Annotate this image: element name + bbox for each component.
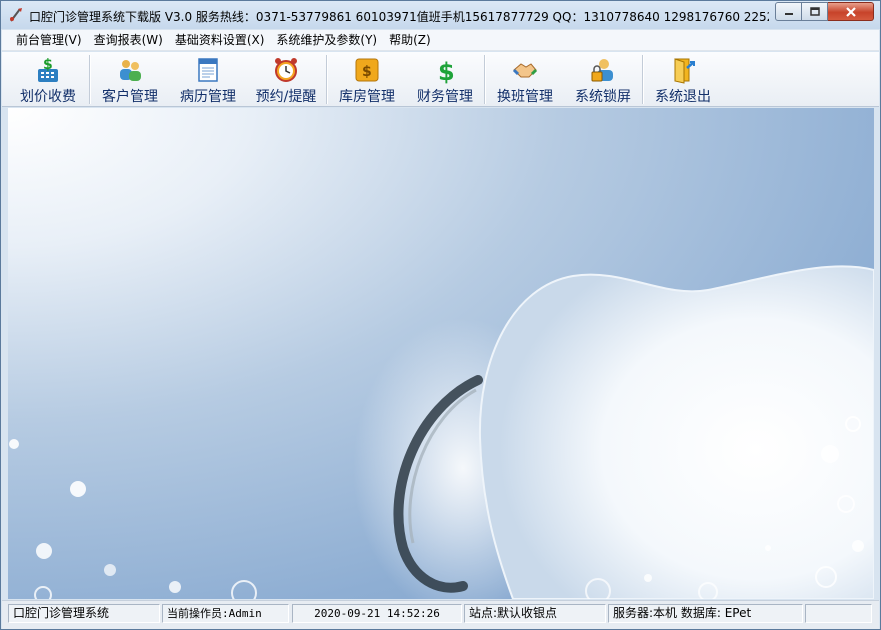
tooth-background-image bbox=[9, 265, 874, 599]
minimize-button[interactable] bbox=[775, 2, 802, 21]
toolbar-label: 库房管理 bbox=[339, 89, 395, 105]
svg-text:$: $ bbox=[43, 57, 53, 73]
status-bar: 口腔门诊管理系统 当前操作员:Admin 2020-09-21 14:52:26… bbox=[2, 600, 879, 629]
toolbar-label: 预约/提醒 bbox=[255, 89, 317, 105]
menu-maintenance[interactable]: 系统维护及参数(Y) bbox=[270, 31, 383, 50]
toolbar-separator bbox=[484, 55, 486, 104]
toolbar-label: 病历管理 bbox=[180, 89, 236, 105]
status-server: 服务器:本机 数据库: EPet bbox=[608, 604, 803, 623]
maximize-icon bbox=[809, 6, 820, 16]
toolbar-label: 换班管理 bbox=[497, 89, 553, 105]
toolbar-billing-button[interactable]: $ 划价收费 bbox=[12, 54, 84, 106]
toolbar-finance-button[interactable]: $ 财务管理 bbox=[409, 54, 481, 106]
toolbar-exit-button[interactable]: 系统退出 bbox=[647, 54, 719, 106]
menu-help[interactable]: 帮助(Z) bbox=[383, 31, 437, 50]
close-icon bbox=[845, 6, 856, 17]
money-bag-icon: $ bbox=[355, 58, 379, 82]
toolbar-shift-button[interactable]: 换班管理 bbox=[489, 54, 561, 106]
toolbar-separator bbox=[642, 55, 644, 104]
alarm-clock-icon bbox=[275, 58, 297, 82]
svg-text:$: $ bbox=[438, 58, 455, 84]
window-title: 口腔门诊管理系统下载版 V3.0 服务热线：0371-53779861 6010… bbox=[29, 10, 769, 24]
close-button[interactable] bbox=[828, 2, 874, 21]
app-window: 口腔门诊管理系统下载版 V3.0 服务热线：0371-53779861 6010… bbox=[0, 0, 881, 630]
toolbar-warehouse-button[interactable]: $ 库房管理 bbox=[331, 54, 403, 106]
menu-basic-settings[interactable]: 基础资料设置(X) bbox=[169, 31, 271, 50]
toolbar-appointments-button[interactable]: 预约/提醒 bbox=[249, 54, 323, 106]
maximize-button[interactable] bbox=[802, 2, 828, 21]
dollar-icon: $ bbox=[438, 58, 455, 84]
status-station: 站点:默认收银点 bbox=[464, 604, 606, 623]
status-extra bbox=[805, 604, 872, 623]
menu-front-desk[interactable]: 前台管理(V) bbox=[10, 31, 88, 50]
toolbar-lock-button[interactable]: 系统锁屏 bbox=[567, 54, 639, 106]
toolbar-label: 客户管理 bbox=[102, 89, 158, 105]
menu-reports[interactable]: 查询报表(W) bbox=[88, 31, 169, 50]
toolbar-label: 划价收费 bbox=[20, 89, 76, 105]
toolbar-label: 系统退出 bbox=[655, 89, 711, 105]
toolbar-label: 财务管理 bbox=[417, 89, 473, 105]
status-datetime: 2020-09-21 14:52:26 bbox=[292, 604, 462, 623]
handshake-icon bbox=[512, 63, 538, 78]
menu-bar: 前台管理(V) 查询报表(W) 基础资料设置(X) 系统维护及参数(Y) 帮助(… bbox=[2, 30, 879, 51]
toolbar: $ 划价收费 客户管理 病历管理 预约/提醒 $ 库房管理 $ 财务管理 换班管… bbox=[2, 52, 879, 107]
cash-register-icon: $ bbox=[38, 57, 58, 82]
toolbar-label: 系统锁屏 bbox=[575, 89, 631, 105]
toolbar-separator bbox=[89, 55, 91, 104]
document-icon bbox=[198, 58, 218, 82]
tooth-tool-icon bbox=[10, 8, 22, 22]
status-app-name: 口腔门诊管理系统 bbox=[8, 604, 160, 623]
lock-user-icon bbox=[591, 59, 613, 82]
title-bar[interactable]: 口腔门诊管理系统下载版 V3.0 服务热线：0371-53779861 6010… bbox=[1, 1, 880, 29]
main-workspace bbox=[8, 108, 874, 599]
window-controls bbox=[775, 2, 874, 22]
svg-text:$: $ bbox=[362, 64, 372, 80]
users-icon bbox=[120, 60, 141, 81]
toolbar-separator bbox=[326, 55, 328, 104]
status-operator: 当前操作员:Admin bbox=[162, 604, 289, 623]
exit-door-icon bbox=[674, 58, 695, 84]
toolbar-customers-button[interactable]: 客户管理 bbox=[94, 54, 166, 106]
minimize-icon bbox=[784, 12, 793, 15]
toolbar-records-button[interactable]: 病历管理 bbox=[172, 54, 244, 106]
